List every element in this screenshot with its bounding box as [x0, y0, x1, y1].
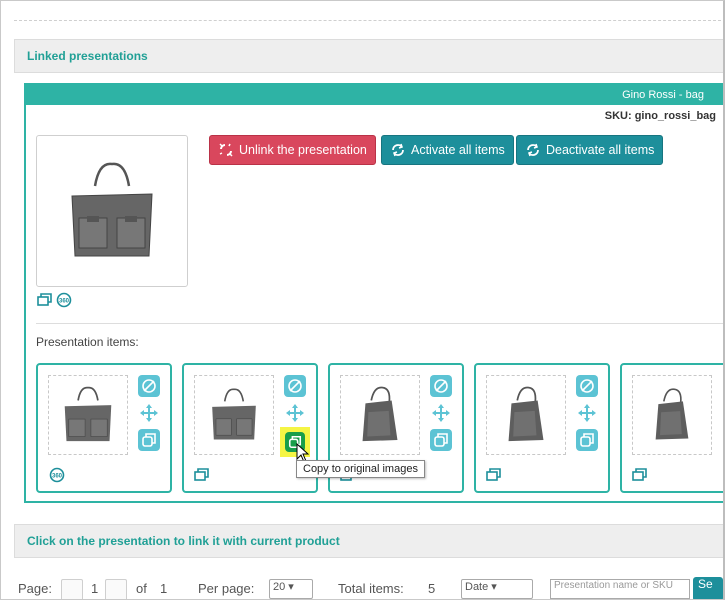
activate-label: Activate all items — [411, 143, 505, 157]
move-item-handle[interactable] — [430, 402, 452, 424]
per-page-select[interactable]: 20 ▾ — [269, 579, 313, 599]
360-view-icon: 360 — [56, 292, 72, 308]
per-page-value: 20 — [273, 581, 286, 593]
hide-item-button[interactable] — [430, 375, 452, 397]
click-presentation-header: Click on the presentation to link it wit… — [14, 524, 723, 558]
hide-item-button[interactable] — [576, 375, 598, 397]
move-arrows-icon — [140, 404, 158, 422]
activate-all-button[interactable]: Activate all items — [381, 135, 514, 165]
page-label: Page: — [18, 581, 52, 596]
svg-text:360: 360 — [59, 299, 70, 305]
total-items-value: 5 — [428, 581, 436, 596]
presentation-type-icons: 360 — [37, 292, 73, 308]
page-frame: Linked presentations Gino Rossi - bag SK… — [0, 0, 725, 600]
move-item-handle[interactable] — [138, 402, 160, 424]
linked-presentation-panel: Gino Rossi - bag SKU: gino_rossi_bag 360… — [24, 83, 723, 503]
item-type-icon: 360 — [48, 467, 66, 488]
360-view-icon: 360 — [49, 467, 65, 483]
slideshow-icon — [486, 468, 501, 481]
item-type-icon — [486, 467, 502, 488]
top-strip — [14, 1, 723, 21]
pagination-bar: Page: 1 of 1 Per page: 20 ▾ Total items:… — [14, 577, 723, 599]
sku-value: gino_rossi_bag — [634, 110, 716, 122]
eye-off-icon — [142, 379, 156, 393]
click-presentation-title: Click on the presentation to link it wit… — [27, 534, 340, 548]
move-item-handle[interactable] — [284, 402, 306, 424]
item-type-icon — [632, 467, 648, 488]
deactivate-label: Deactivate all items — [546, 143, 655, 157]
page-total: 1 — [160, 581, 168, 596]
sort-value: Date — [465, 581, 489, 593]
slideshow-icon — [37, 293, 52, 306]
item-image[interactable] — [194, 375, 274, 455]
move-item-handle[interactable] — [576, 402, 598, 424]
total-items-label: Total items: — [338, 581, 404, 596]
move-arrows-icon — [578, 404, 596, 422]
move-arrows-icon — [286, 404, 304, 422]
copy-to-original-button[interactable] — [430, 429, 452, 451]
move-arrows-icon — [432, 404, 450, 422]
hide-item-button[interactable] — [284, 375, 306, 397]
next-page-button[interactable] — [105, 579, 127, 599]
copy-icon — [580, 433, 594, 447]
presentation-search-input[interactable]: Presentation name or SKU — [550, 579, 690, 599]
prev-page-button[interactable] — [61, 579, 83, 599]
bag-image-icon — [71, 162, 153, 257]
copy-tooltip: Copy to original images — [296, 460, 425, 478]
per-page-label: Per page: — [198, 581, 255, 596]
item-image[interactable] — [48, 375, 128, 455]
copy-to-original-button[interactable] — [138, 429, 160, 451]
hide-item-button[interactable] — [138, 375, 160, 397]
eye-off-icon — [288, 379, 302, 393]
slideshow-icon — [194, 468, 209, 481]
bag-image-icon — [655, 388, 689, 440]
presentation-item-card[interactable] — [620, 363, 723, 493]
presentation-main-image[interactable] — [36, 135, 188, 287]
item-image[interactable] — [632, 375, 712, 455]
refresh-icon — [527, 143, 539, 157]
item-type-icon — [194, 467, 210, 488]
bag-image-icon — [362, 386, 398, 442]
item-image[interactable] — [486, 375, 566, 455]
bag-image-icon — [508, 386, 544, 442]
eye-off-icon — [434, 379, 448, 393]
divider — [36, 323, 723, 324]
linked-presentations-header: Linked presentations — [14, 39, 723, 73]
linked-presentations-title: Linked presentations — [27, 49, 148, 63]
copy-icon — [142, 433, 156, 447]
copy-icon — [434, 433, 448, 447]
deactivate-all-button[interactable]: Deactivate all items — [516, 135, 664, 165]
of-label: of — [136, 581, 147, 596]
svg-text:360: 360 — [52, 474, 63, 480]
unlink-presentation-button[interactable]: Unlink the presentation — [209, 135, 376, 165]
search-button[interactable]: Se — [693, 577, 723, 599]
sku-label: SKU: — [604, 110, 632, 122]
bag-image-icon — [64, 386, 112, 442]
copy-to-original-button[interactable] — [576, 429, 598, 451]
eye-off-icon — [580, 379, 594, 393]
presentation-item-card[interactable] — [474, 363, 610, 493]
sku-line: SKU: gino_rossi_bag — [605, 110, 716, 122]
unlink-icon — [219, 143, 233, 157]
sort-select[interactable]: Date ▾ — [461, 579, 533, 599]
page-current: 1 — [91, 581, 99, 596]
presentation-name: Gino Rossi - bag — [622, 89, 704, 101]
presentation-items-label: Presentation items: — [36, 335, 139, 349]
item-image[interactable] — [340, 375, 420, 455]
presentation-item-card[interactable]: 360 — [36, 363, 172, 493]
presentation-header: Gino Rossi - bag — [26, 85, 723, 105]
slideshow-icon — [632, 468, 647, 481]
refresh-icon — [392, 143, 404, 157]
unlink-label: Unlink the presentation — [239, 143, 367, 157]
bag-image-icon — [212, 388, 256, 440]
